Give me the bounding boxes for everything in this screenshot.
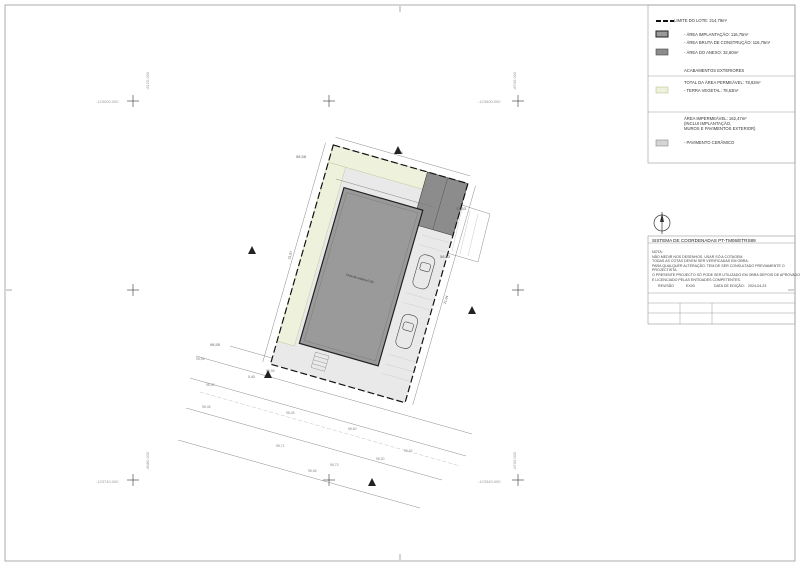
drawing-sheet: -123000.000 -123500.000 -123740.000 -123…: [0, 0, 800, 566]
revision-label: REVISÃO: [658, 284, 674, 288]
coord-label: -123340.000: [478, 479, 501, 484]
implantation-swatch: [655, 30, 669, 38]
legend-impermeable-note: MUROS E PAVIMENTOS EXTERIOR): [684, 126, 756, 131]
legend-permeable-total: TOTAL DA ÁREA PERMEÁVEL: 78,63m²: [684, 80, 761, 85]
legend-ceramic: - PAVIMENTO CERÂMICO: [684, 140, 735, 145]
edit-date-label: DATA DE EDIÇÃO:: [714, 284, 745, 288]
dimension-label: 58,58: [296, 154, 307, 159]
coord-label: -123000.000: [96, 99, 119, 104]
legend-vegetal: - TERRA VEGETAL: 78,63m²: [684, 88, 739, 93]
coord-label: -8080.000: [145, 451, 150, 470]
dimension-label: 98,55: [210, 342, 221, 347]
svg-text:98,71: 98,71: [276, 444, 285, 448]
legend-implantation: - ÁREA IMPLANTAÇÃO: 116,75m²: [684, 32, 749, 37]
title-block: SISTEMA DE COORDENADAS PT-TM06/ETRS89 NO…: [652, 238, 800, 288]
svg-text:98,60: 98,60: [348, 427, 357, 431]
coord-label: -8120.000: [145, 71, 150, 90]
legend-finishes-title: ACABAMENTOS EXTERIORES: [684, 68, 745, 73]
coord-label: -8700.000: [512, 71, 517, 90]
edit-date-value: 2024-04-23: [748, 284, 767, 288]
street-axis: [199, 391, 461, 467]
svg-text:98,62: 98,62: [404, 449, 413, 453]
legend-swatches: [655, 20, 674, 147]
vegetal-swatch: [655, 86, 669, 94]
svg-text:98,56: 98,56: [196, 357, 205, 361]
coordinate-system-label: SISTEMA DE COORDENADAS PT-TM06/ETRS89: [652, 238, 756, 243]
svg-text:98,48: 98,48: [202, 405, 211, 409]
coord-label: -123740.000: [96, 479, 119, 484]
legend-gross-area: - ÁREA BRUTA DE CONSTRUÇÃO: 116,75m²: [684, 40, 771, 45]
coord-label: -123500.000: [478, 99, 501, 104]
lot-plan: 9,90 Cota de soleira 0.00 21,97 21,64: [262, 137, 476, 405]
svg-text:98,45: 98,45: [286, 411, 295, 415]
dimension-label: 58,53: [440, 254, 451, 259]
dimension-label: 58,53: [456, 206, 467, 211]
svg-text:98,52: 98,52: [206, 383, 215, 387]
svg-text:98,50: 98,50: [376, 457, 385, 461]
dimension-label: 0,40: [248, 375, 255, 379]
annex-swatch: [655, 48, 669, 56]
legend-annex: - ÁREA DO ANEXO: 32,60m²: [684, 50, 739, 55]
legend-lot-limit: LIMITE DO LOTE: 214,79m²: [674, 18, 728, 23]
svg-text:98,73: 98,73: [330, 463, 339, 467]
revision-value: EX00: [686, 284, 695, 288]
north-arrow-icon: [653, 212, 671, 234]
notes: NOTA: NÃO MEDIR NOS DESENHOS. USAR SÓ A …: [652, 250, 800, 282]
svg-text:98,66: 98,66: [308, 469, 317, 473]
coord-label: -8700.000: [512, 451, 517, 470]
site-plan-drawing: -123000.000 -123500.000 -123740.000 -123…: [4, 4, 796, 562]
ceramic-swatch: [655, 139, 669, 147]
